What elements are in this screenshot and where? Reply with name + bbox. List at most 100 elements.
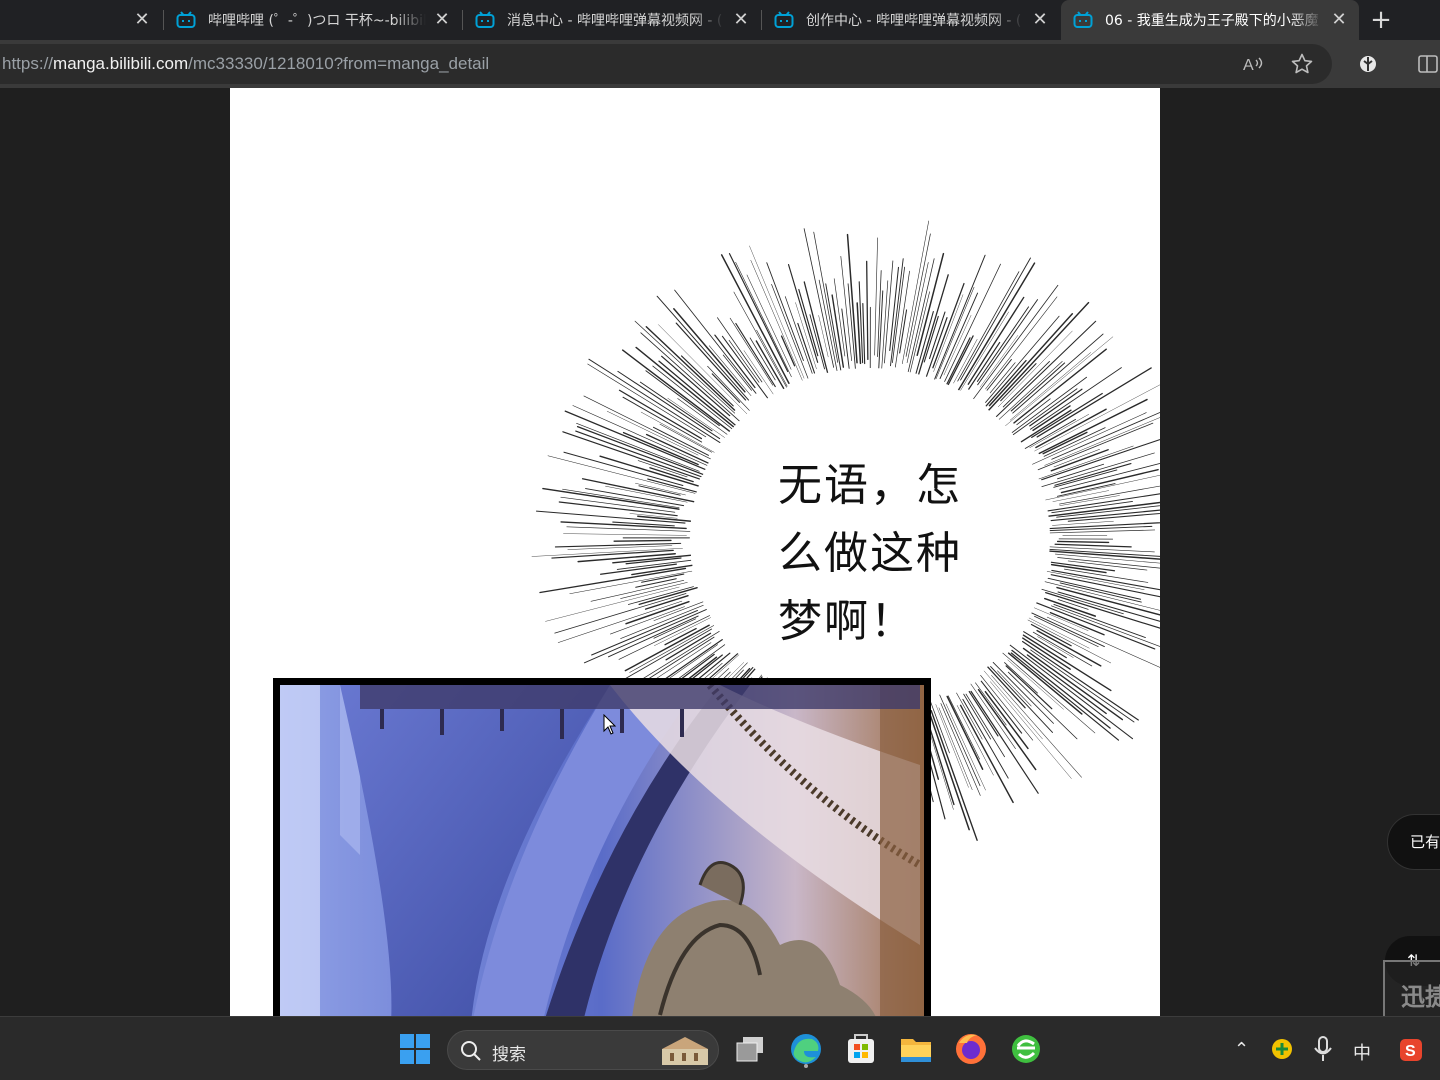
burst-line: [733, 291, 788, 388]
burst-line: [588, 358, 721, 444]
burst-line: [728, 339, 760, 383]
manga-panel: [273, 678, 931, 1016]
burst-line: [825, 283, 842, 374]
burst-line: [946, 695, 984, 770]
burst-line: [557, 600, 683, 643]
burst-line: [607, 615, 699, 658]
burst-line: [1046, 546, 1155, 553]
bilibili-icon: [774, 11, 794, 28]
burst-line: [627, 586, 694, 605]
url-scheme: https://: [2, 54, 54, 73]
search-icon: [461, 1041, 481, 1061]
burst-line: [1045, 525, 1153, 532]
speech-line: 么做这种: [778, 528, 962, 579]
edge-browser-icon[interactable]: [786, 1029, 826, 1069]
burst-line: [1037, 422, 1154, 471]
burst-line: [1032, 631, 1093, 667]
mouse-cursor-icon: [603, 714, 617, 735]
burst-line: [575, 430, 702, 478]
burst-line: [797, 322, 816, 374]
ime-indicator[interactable]: 中: [1353, 1039, 1371, 1065]
burst-line: [939, 694, 981, 787]
close-tab-icon[interactable]: ✕: [132, 10, 152, 30]
burst-line: [959, 704, 1014, 804]
burst-line: [1011, 649, 1111, 729]
side-float-button[interactable]: 已有: [1387, 814, 1440, 870]
burst-line: [1007, 642, 1134, 740]
speech-text: 无语，怎 么做这种 梦啊！: [778, 452, 962, 656]
read-aloud-icon[interactable]: A: [1241, 52, 1265, 76]
search-highlight-icon: [662, 1037, 708, 1065]
extension-icon[interactable]: [1356, 52, 1380, 76]
tab-title: 消息中心 - 哔哩哔哩弹幕视频网 - ( ゜- ゜)つロ: [507, 13, 725, 29]
split-screen-icon[interactable]: [1416, 52, 1440, 76]
favorite-star-icon[interactable]: [1290, 52, 1314, 76]
bilibili-icon: [1073, 11, 1093, 28]
burst-line: [988, 313, 1074, 407]
address-bar[interactable]: https://manga.bilibili.com/mc33330/12180…: [0, 44, 1332, 84]
page-viewport[interactable]: 无语，怎 么做这种 梦啊！ 已有 ⇅ 迅捷www: [0, 88, 1440, 1016]
new-tab-button[interactable]: +: [1366, 6, 1396, 34]
close-tab-icon[interactable]: ✕: [1329, 10, 1349, 30]
microphone-icon[interactable]: [1310, 1033, 1336, 1065]
speech-line: 无语，怎: [778, 460, 962, 511]
burst-line: [1054, 543, 1132, 548]
browser-e-icon[interactable]: [1006, 1029, 1046, 1069]
close-tab-icon[interactable]: ✕: [731, 10, 751, 30]
burst-line: [658, 360, 738, 428]
firefox-icon[interactable]: [951, 1029, 991, 1069]
tab-strip: ✕ 哔哩哔哩 (゜-゜)つロ 干杯~-bilibili ✕ 消息中心 - 哔哩哔…: [0, 0, 1440, 40]
tab-1[interactable]: 哔哩哔哩 (゜-゜)つロ 干杯~-bilibili ✕: [164, 0, 462, 40]
burst-line: [554, 542, 682, 548]
tab-0[interactable]: ✕: [0, 0, 162, 40]
burst-line: [1009, 352, 1091, 421]
windows-start-icon[interactable]: [395, 1029, 435, 1069]
close-tab-icon[interactable]: ✕: [1030, 10, 1050, 30]
burst-line: [945, 337, 971, 388]
burst-line: [563, 451, 684, 487]
burst-line: [535, 510, 686, 524]
url-host: manga.bilibili.com: [53, 54, 189, 73]
burst-line: [1044, 417, 1160, 466]
microsoft-store-icon[interactable]: [841, 1029, 881, 1069]
burst-line: [957, 262, 1036, 391]
burst-line: [1022, 640, 1139, 721]
file-explorer-icon[interactable]: [896, 1029, 936, 1069]
svg-text:A: A: [1243, 57, 1254, 74]
tab-2[interactable]: 消息中心 - 哔哩哔哩弹幕视频网 - ( ゜- ゜)つロ ✕: [463, 0, 761, 40]
burst-line: [1026, 654, 1107, 715]
burst-line: [728, 253, 789, 373]
burst-line: [1054, 463, 1132, 486]
tab-title: 06 - 我重生成为王子殿下的小恶魔: [1105, 13, 1319, 29]
close-tab-icon[interactable]: ✕: [432, 10, 452, 30]
burst-line: [1037, 452, 1155, 489]
burst-line: [928, 696, 950, 754]
tray-overflow-icon[interactable]: ⌃: [1234, 1039, 1249, 1060]
burst-line: [542, 487, 680, 510]
tab-4-active[interactable]: 06 - 我重生成为王子殿下的小恶魔 ✕: [1061, 0, 1359, 40]
url-text[interactable]: https://manga.bilibili.com/mc33330/12180…: [2, 54, 489, 74]
watermark-logo: 迅捷www: [1383, 960, 1440, 1016]
burst-line: [771, 284, 809, 380]
sogou-input-icon[interactable]: S: [1398, 1037, 1424, 1063]
taskbar-search[interactable]: 搜索: [447, 1030, 719, 1070]
burst-line: [1049, 529, 1156, 534]
burst-line: [606, 411, 699, 456]
burst-line: [1056, 540, 1110, 544]
manga-page[interactable]: 无语，怎 么做这种 梦啊！: [230, 88, 1160, 1016]
tab-3[interactable]: 创作中心 - 哔哩哔哩弹幕视频网 - ( ゜- ゜)つロ ✕: [762, 0, 1060, 40]
burst-line: [890, 258, 904, 367]
burst-line: [720, 254, 790, 384]
tray-app-icon[interactable]: [1266, 1033, 1298, 1065]
burst-line: [906, 262, 929, 363]
svg-text:S: S: [1405, 1043, 1416, 1060]
watermark-text: 迅捷: [1401, 983, 1440, 1011]
burst-line: [874, 237, 878, 356]
burst-line: [980, 680, 1023, 734]
task-view-icon[interactable]: [731, 1029, 771, 1069]
burst-line: [862, 303, 866, 365]
burst-line: [866, 260, 869, 361]
browser-toolbar: https://manga.bilibili.com/mc33330/12180…: [0, 40, 1440, 88]
burst-line: [877, 270, 882, 358]
tab-title: 创作中心 - 哔哩哔哩弹幕视频网 - ( ゜- ゜)つロ: [806, 13, 1024, 29]
